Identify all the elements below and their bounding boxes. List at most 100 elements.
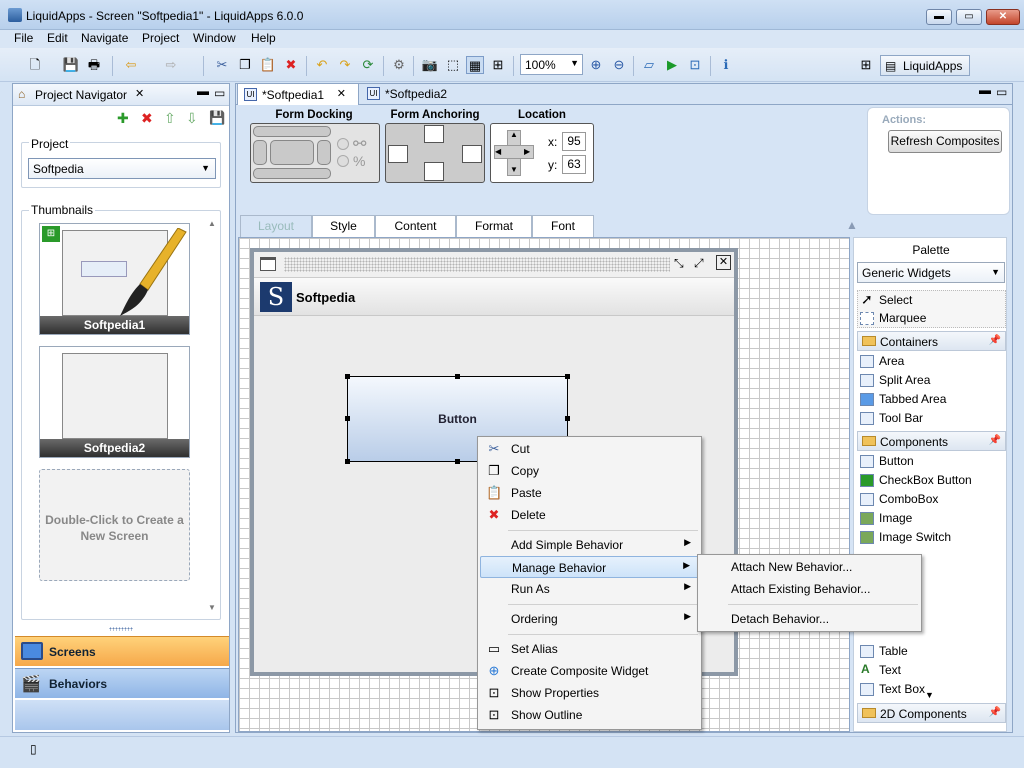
save-icon[interactable]: 💾 [62,56,80,74]
tab-softpedia2[interactable]: UI *Softpedia2 [361,83,471,105]
location-y-field[interactable]: 63 [562,155,586,174]
tab-style[interactable]: Style [312,215,375,237]
run-icon[interactable]: ▶ [663,56,681,74]
menu-project[interactable]: Project [142,31,179,45]
accordion-screens[interactable]: Screens [15,636,229,666]
scroll-down-icon[interactable]: ▼ [925,690,934,700]
open-perspective-icon[interactable]: ⊞ [857,56,875,74]
delete-screen-icon[interactable]: ✖ [141,110,153,127]
deploy-icon[interactable]: ⊡ [686,56,704,74]
zoom-out-icon[interactable]: ⊖ [610,56,628,74]
menu-item-create-composite[interactable]: ⊕ Create Composite Widget [480,660,699,682]
menu-item-set-alias[interactable]: ▭ Set Alias [480,638,699,660]
info-icon[interactable]: ℹ [717,56,735,74]
move-up-icon[interactable]: ⇧ [164,110,176,127]
thumbnail-softpedia2[interactable]: Softpedia2 [39,346,190,458]
minimize-button[interactable]: ▬ [926,9,952,25]
print-icon[interactable]: 🖶 [85,56,103,74]
palette-tabbed-area[interactable]: Tabbed Area [860,392,946,406]
splitter-handle[interactable] [109,627,133,631]
menu-item-detach-behavior[interactable]: Detach Behavior... [700,608,919,630]
palette-category-containers[interactable]: Containers 📌 [857,331,1006,351]
zoom-in-icon[interactable]: ⊕ [587,56,605,74]
add-screen-icon[interactable]: ✚ [117,110,129,127]
menu-item-add-simple-behavior[interactable]: Add Simple Behavior ▶ [480,534,699,556]
arrow-left-icon[interactable]: ◀ [495,147,501,156]
close-view-icon[interactable]: ✕ [135,87,144,100]
preview-icon[interactable]: ▱ [640,56,658,74]
accordion-behaviors[interactable]: 🎬 Behaviors [15,668,229,698]
perspective-button[interactable]: ▤ LiquidApps [880,55,970,76]
drag-area[interactable] [284,257,670,272]
thumbnails-scrollbar[interactable]: ▲ ▼ [206,219,220,619]
palette-text-box[interactable]: Text Box [860,682,925,696]
fast-view-icon[interactable]: ▯ [30,742,37,756]
redo-icon[interactable]: ↷ [336,56,354,74]
marquee-icon[interactable]: ⬚ [444,56,462,74]
close-icon[interactable]: ✕ [716,255,731,270]
menu-item-run-as[interactable]: Run As ▶ [480,578,699,600]
close-tab-icon[interactable]: ✕ [337,87,346,100]
close-button[interactable]: ✕ [986,9,1020,25]
palette-area[interactable]: Area [860,354,904,368]
tab-softpedia1[interactable]: UI *Softpedia1 ✕ [237,83,359,105]
minimize-view-icon[interactable]: ▬ [197,84,209,98]
forward-icon[interactable]: ⇨ [162,56,180,74]
palette-split-area[interactable]: Split Area [860,373,930,387]
tab-font[interactable]: Font [532,215,594,237]
resize-handle[interactable] [345,459,350,464]
maximize-editor-icon[interactable]: ▭ [996,85,1007,99]
palette-button[interactable]: Button [860,454,914,468]
tab-layout[interactable]: Layout [240,215,312,237]
collapse-panel-icon[interactable]: ▲ [846,218,858,232]
refresh-composites-button[interactable]: Refresh Composites [888,130,1002,153]
menu-item-manage-behavior[interactable]: Manage Behavior ▶ [480,556,699,578]
menu-help[interactable]: Help [251,31,276,45]
palette-checkbox-button[interactable]: CheckBox Button [860,473,972,487]
palette-text[interactable]: A Text [860,662,901,677]
back-icon[interactable]: ⇦ [122,56,140,74]
copy-icon[interactable]: ❐ [236,56,254,74]
form-anchoring-box[interactable] [385,123,485,183]
menu-item-ordering[interactable]: Ordering ▶ [480,608,699,630]
minimize-editor-icon[interactable]: ▬ [979,83,991,97]
menu-window[interactable]: Window [193,31,236,45]
menu-item-copy[interactable]: ❐ Copy [480,460,699,482]
zoom-combo[interactable]: 100% ▼ [520,54,583,75]
tab-content[interactable]: Content [375,215,456,237]
move-down-icon[interactable]: ⇩ [186,110,198,127]
scroll-down-icon[interactable]: ▼ [208,603,216,612]
menu-file[interactable]: File [14,31,33,45]
camera-icon[interactable]: 📷 [421,56,439,74]
paste-icon[interactable]: 📋 [259,56,277,74]
delete-icon[interactable]: ✖ [282,56,300,74]
menu-item-attach-existing-behavior[interactable]: Attach Existing Behavior... [700,578,919,600]
tab-format[interactable]: Format [456,215,532,237]
align-icon[interactable]: ⊞ [489,56,507,74]
palette-table[interactable]: Table [860,644,908,658]
menu-item-show-outline[interactable]: ⊡ Show Outline [480,704,699,726]
save-screen-icon[interactable]: 💾 [209,110,225,126]
new-screen-placeholder[interactable]: Double-Click to Create a New Screen [39,469,190,581]
palette-image[interactable]: Image [860,511,912,525]
resize-handle[interactable] [345,416,350,421]
menu-item-cut[interactable]: ✂ Cut [480,438,699,460]
resize-handle[interactable] [455,374,460,379]
palette-category-components[interactable]: Components 📌 [857,431,1006,451]
pin-icon[interactable]: 📌 [989,707,1001,718]
palette-select[interactable]: ➚ Select [860,291,912,307]
menu-item-show-properties[interactable]: ⊡ Show Properties [480,682,699,704]
gear-icon[interactable]: ⚙ [390,56,408,74]
resize-handle[interactable] [345,374,350,379]
resize-handle[interactable] [455,459,460,464]
palette-tool-bar[interactable]: Tool Bar [860,411,923,425]
palette-combobox[interactable]: ComboBox [860,492,938,506]
undo-icon[interactable]: ↶ [313,56,331,74]
palette-category-2d-components[interactable]: 2D Components 📌 [857,703,1006,723]
maximize-view-icon[interactable]: ▭ [214,86,225,100]
resize-handle[interactable] [565,374,570,379]
pin-icon[interactable]: 📌 [989,335,1001,346]
palette-marquee[interactable]: Marquee [860,311,926,325]
maximize-icon[interactable]: ⤢ [694,256,704,271]
palette-image-switch[interactable]: Image Switch [860,530,951,544]
